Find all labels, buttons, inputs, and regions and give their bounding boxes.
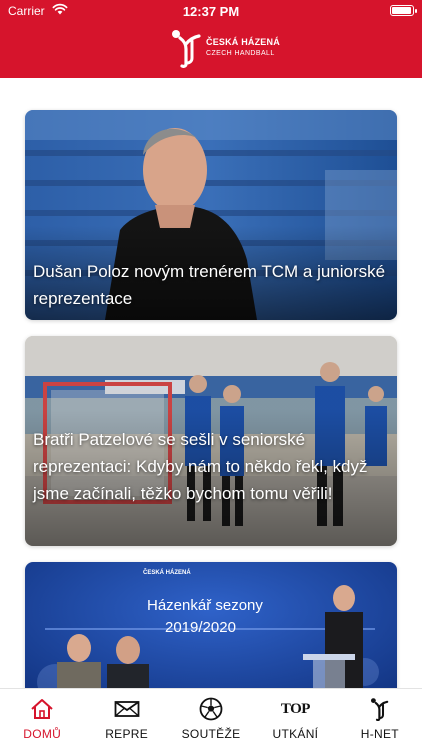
top-icon: TOP	[280, 700, 311, 717]
tab-label: SOUTĚŽE	[181, 727, 241, 741]
tab-utkani[interactable]: TOP UTKÁNÍ	[253, 689, 337, 750]
news-feed[interactable]: Dušan Poloz novým trenérem TCM a juniors…	[0, 78, 422, 688]
app-header: Carrier 12:37 PM ČESKÁ HÁZENÁ CZECH HAND…	[0, 0, 422, 78]
article-title: Dušan Poloz novým trenérem TCM a juniors…	[33, 262, 386, 308]
status-time: 12:37 PM	[182, 4, 240, 19]
handball-logo-icon	[172, 30, 201, 68]
home-icon	[29, 697, 55, 721]
article-photo: ČESKÁ HÁZENÁ Házenkář sezony 2019/2020	[25, 562, 397, 688]
news-card[interactable]: ČESKÁ HÁZENÁ Házenkář sezony 2019/2020	[25, 562, 397, 688]
handball-logo-icon	[367, 697, 393, 721]
bottom-tab-bar: DOMŮ REPRE SOUTĚŽE TOP UTKÁNÍ H-NET	[0, 688, 422, 750]
app-screen: Carrier 12:37 PM ČESKÁ HÁZENÁ CZECH HAND…	[0, 0, 422, 750]
envelope-icon	[114, 697, 140, 721]
tab-h-net[interactable]: H-NET	[338, 689, 422, 750]
status-bar: Carrier 12:37 PM	[0, 0, 422, 22]
brand-subtitle: CZECH HANDBALL	[206, 50, 275, 57]
image-text-season: 2019/2020	[165, 619, 236, 636]
news-card[interactable]: Dušan Poloz novým trenérem TCM a juniors…	[25, 110, 397, 320]
tab-domu[interactable]: DOMŮ	[0, 689, 84, 750]
news-card[interactable]: Bratři Patzelové se sešli v seniorské re…	[25, 336, 397, 546]
tab-repre[interactable]: REPRE	[84, 689, 168, 750]
tab-label: DOMŮ	[23, 727, 62, 741]
brand-name: ČESKÁ HÁZENÁ	[206, 37, 280, 47]
tab-souteze[interactable]: SOUTĚŽE	[169, 689, 253, 750]
brand-logo: ČESKÁ HÁZENÁ CZECH HANDBALL	[170, 28, 280, 68]
svg-text:ČESKÁ HÁZENÁ: ČESKÁ HÁZENÁ	[143, 569, 191, 576]
article-title: Bratři Patzelové se sešli v seniorské re…	[33, 430, 368, 503]
tab-label: H-NET	[360, 727, 399, 741]
tab-label: UTKÁNÍ	[272, 727, 319, 741]
ball-icon	[198, 697, 224, 721]
battery-icon	[390, 5, 417, 16]
tab-label: REPRE	[105, 727, 149, 741]
image-text-title: Házenkář sezony	[147, 597, 263, 614]
